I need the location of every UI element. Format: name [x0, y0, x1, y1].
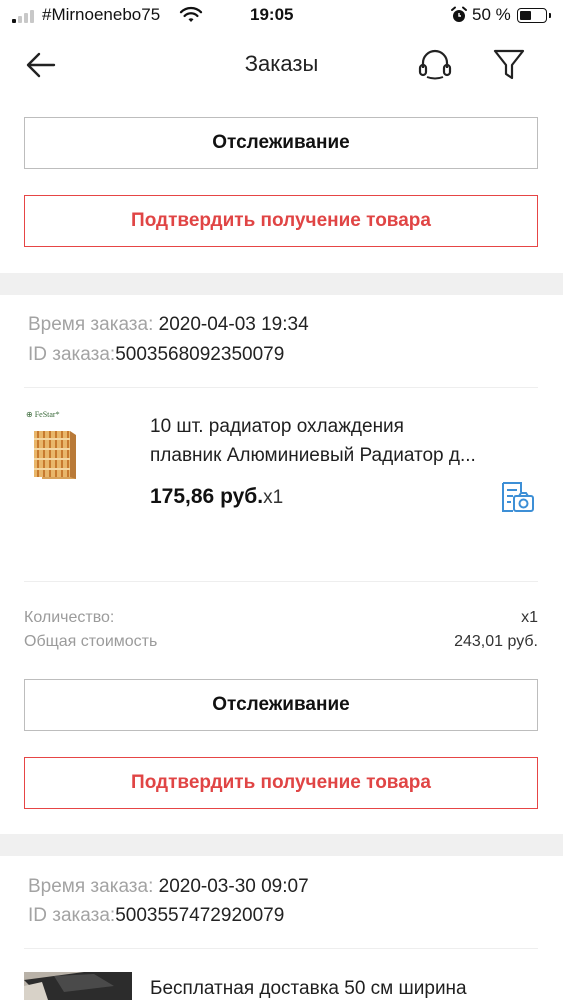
- order-time: Время заказа: 2020-03-30 09:07: [28, 876, 309, 898]
- order-separator: [0, 273, 563, 295]
- total-label: Общая стоимость: [24, 633, 158, 650]
- confirm-receipt-button[interactable]: Подтвердить получение товара: [24, 195, 538, 247]
- quantity-value: x1: [521, 609, 538, 626]
- price-value: 175,86 руб.: [150, 485, 264, 508]
- quantity-label: Количество:: [24, 609, 115, 626]
- product-name[interactable]: 10 шт. радиатор охлаждения плавник Алюми…: [150, 412, 535, 470]
- confirm-receipt-button[interactable]: Подтвердить получение товара: [24, 757, 538, 809]
- photo-review-icon[interactable]: [499, 480, 535, 514]
- order-time-value: 2020-03-30 09:07: [158, 876, 309, 897]
- product-thumbnail[interactable]: [24, 972, 132, 1000]
- track-order-button[interactable]: Отслеживание: [24, 117, 538, 169]
- order-time: Время заказа: 2020-04-03 19:34: [28, 314, 309, 336]
- order-id: ID заказа:5003557472920079: [28, 905, 284, 927]
- order-id-label: ID заказа:: [28, 905, 116, 926]
- total-value: 243,01 руб.: [454, 633, 538, 650]
- alarm-icon: [451, 6, 467, 22]
- order-separator: [0, 834, 563, 856]
- order-time-value: 2020-04-03 19:34: [158, 314, 309, 335]
- product-name-line1: 10 шт. радиатор охлаждения: [150, 416, 404, 437]
- product-name[interactable]: Бесплатная доставка 50 см ширина: [150, 974, 535, 1003]
- page-title: Заказы: [244, 51, 319, 76]
- signal-icon: [12, 9, 36, 23]
- status-bar: #Mirnoenebo75 19:05 50 %: [0, 0, 563, 32]
- filter-icon[interactable]: [492, 46, 526, 82]
- order-time-label: Время заказа:: [28, 876, 154, 897]
- order-id-label: ID заказа:: [28, 344, 116, 365]
- divider: [24, 948, 538, 949]
- battery-icon: [517, 8, 551, 23]
- thumb-brand: FeStar: [35, 410, 56, 419]
- divider: [24, 581, 538, 582]
- status-time: 19:05: [250, 5, 294, 24]
- product-thumbnail[interactable]: ⊕ FeStar*: [24, 405, 84, 483]
- svg-text:⊕ FeStar*: ⊕ FeStar*: [26, 410, 60, 419]
- carrier-name: #Mirnoenebo75: [42, 5, 161, 24]
- product-qty: x1: [263, 487, 284, 508]
- divider: [24, 387, 538, 388]
- headset-icon[interactable]: [417, 46, 453, 82]
- wifi-icon: [179, 6, 203, 22]
- product-name-line2: плавник Алюминиевый Радиатор д...: [150, 445, 476, 466]
- track-order-button[interactable]: Отслеживание: [24, 679, 538, 731]
- order-id-value: 5003568092350079: [115, 344, 285, 365]
- battery-percent: 50 %: [472, 5, 511, 24]
- order-time-label: Время заказа:: [28, 314, 154, 335]
- product-name-line1: Бесплатная доставка 50 см ширина: [150, 978, 467, 999]
- order-id-value: 5003557472920079: [115, 905, 285, 926]
- product-price: 175,86 руб.x1: [150, 485, 283, 509]
- order-id: ID заказа:5003568092350079: [28, 344, 284, 366]
